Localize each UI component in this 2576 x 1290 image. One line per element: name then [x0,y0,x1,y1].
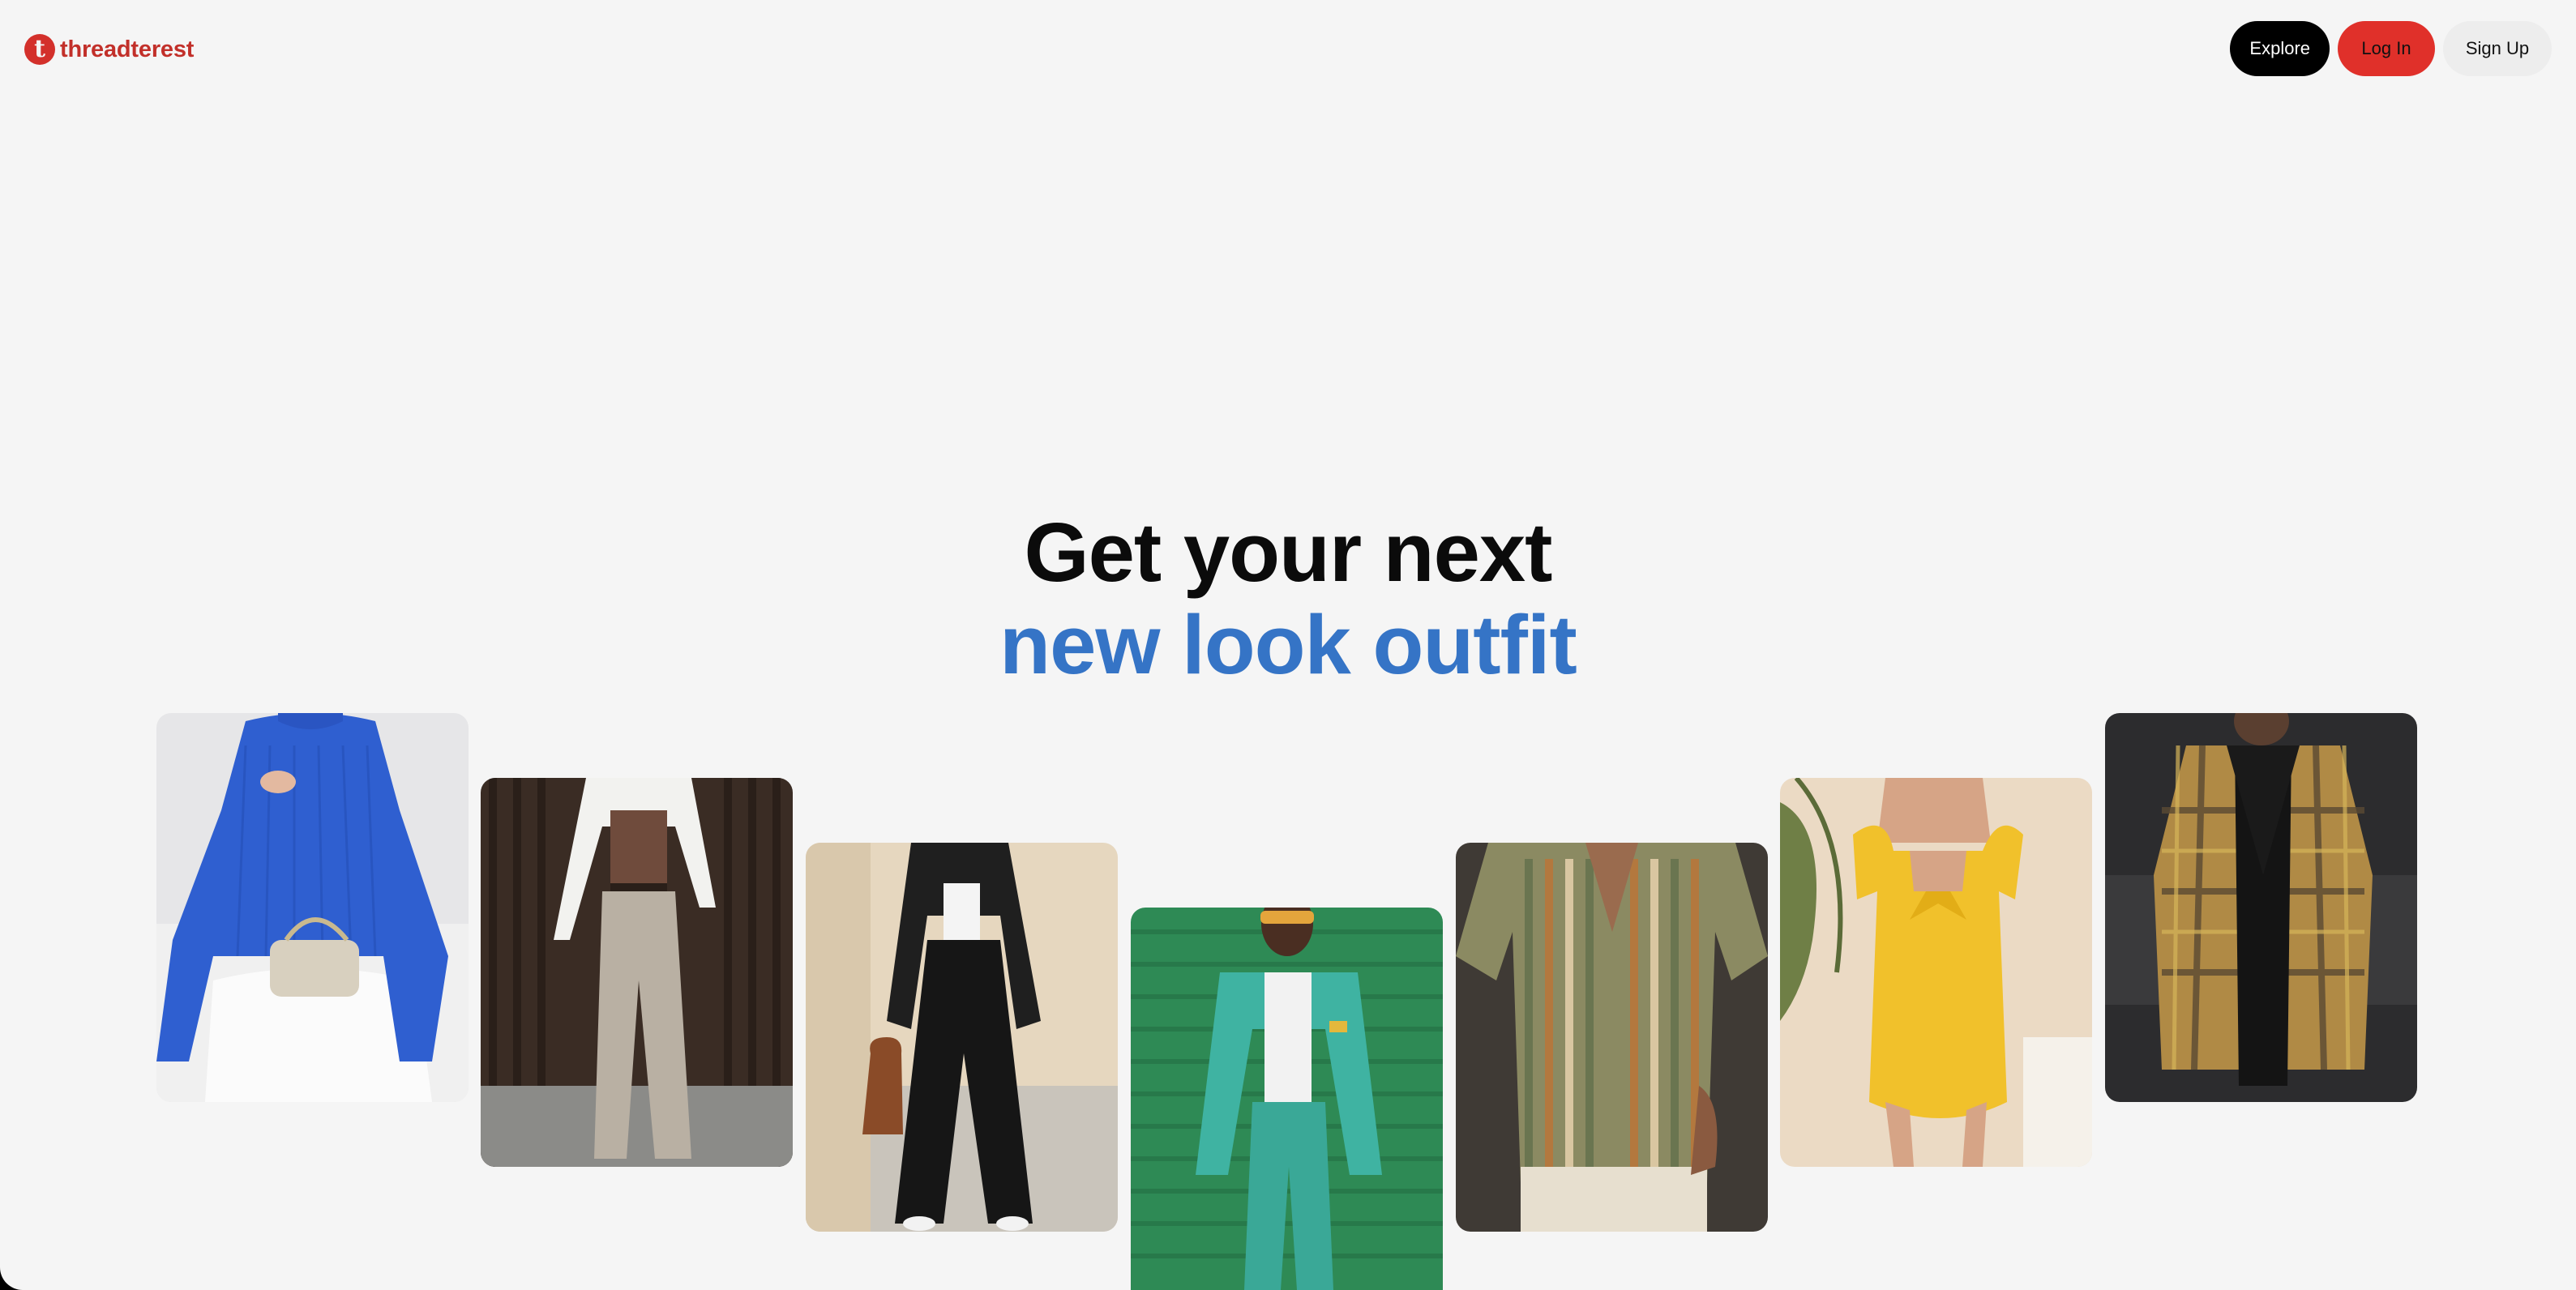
outfit-image-1 [156,713,469,1102]
brand-name: threadterest [60,36,195,62]
outfit-image-5 [1456,843,1768,1232]
outfit-card-1[interactable] [156,713,469,1102]
outfit-image-6 [1780,778,2092,1167]
outfit-card-7[interactable] [2105,713,2417,1102]
outfit-image-4 [1131,908,1443,1290]
outfit-image-7 [2105,713,2417,1102]
outfit-card-6[interactable] [1780,778,2092,1167]
outfit-image-3 [806,843,1118,1232]
login-button[interactable]: Log In [2338,21,2435,76]
brand[interactable]: t threadterest [24,34,194,65]
hero-line-2: new look outfit [999,598,1577,691]
outfit-image-2 [481,778,793,1167]
signup-button[interactable]: Sign Up [2443,21,2552,76]
landing-page: t threadterest Explore Log In Sign Up Ge… [0,0,2576,1290]
hero-headline: Get your next new look outfit [0,506,2576,691]
outfit-card-3[interactable] [806,843,1118,1232]
outfit-card-2[interactable] [481,778,793,1167]
explore-button[interactable]: Explore [2230,21,2330,76]
outfit-card-4[interactable] [1131,908,1443,1290]
top-nav: Explore Log In Sign Up [2230,21,2552,76]
outfit-card-5[interactable] [1456,843,1768,1232]
hero-line-1: Get your next [1024,506,1553,599]
brand-logo-icon: t [24,34,55,65]
